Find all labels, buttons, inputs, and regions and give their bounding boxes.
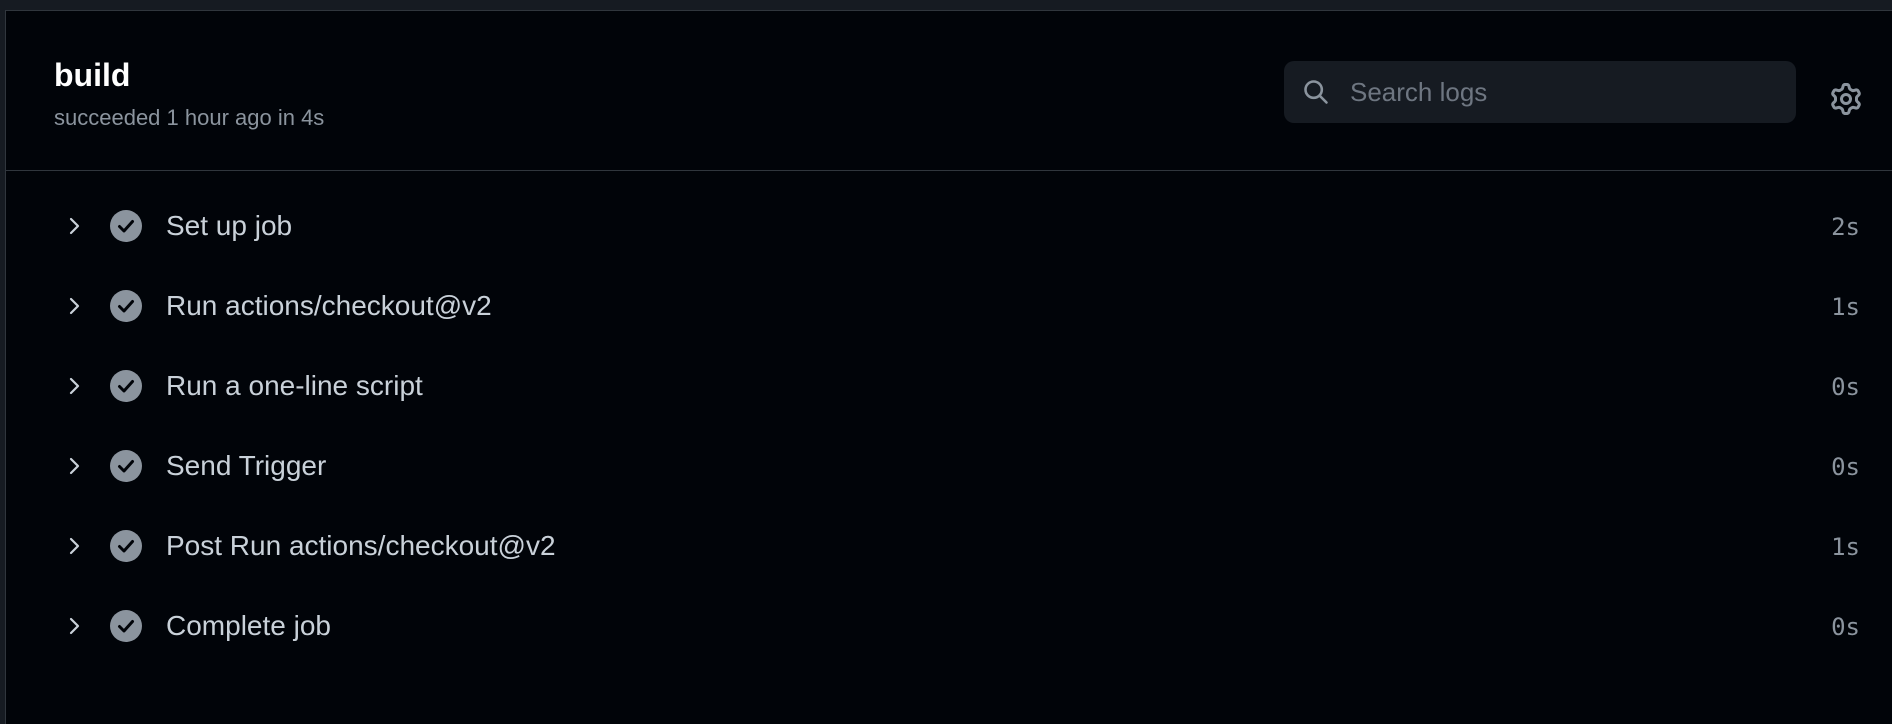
- step-label: Post Run actions/checkout@v2: [166, 530, 556, 561]
- step-duration: 0s: [1831, 373, 1860, 401]
- step-duration: 1s: [1831, 533, 1860, 561]
- search-logs-box[interactable]: [1284, 61, 1796, 123]
- chevron-right-icon[interactable]: [62, 614, 86, 638]
- gear-icon: [1831, 83, 1861, 115]
- job-log-panel: build succeeded 1 hour ago in 4s Set up …: [5, 10, 1892, 724]
- chevron-right-icon[interactable]: [62, 374, 86, 398]
- step-label: Run actions/checkout@v2: [166, 290, 492, 321]
- step-label: Complete job: [166, 610, 331, 641]
- step-row[interactable]: Post Run actions/checkout@v2 1s: [6, 506, 1892, 586]
- chevron-right-icon[interactable]: [62, 294, 86, 318]
- check-circle-icon: [110, 610, 142, 642]
- job-steps-list: Set up job 2s Run actions/checkout@v2 1s Run…: [6, 186, 1892, 666]
- step-duration: 0s: [1831, 453, 1860, 481]
- step-row[interactable]: Set up job 2s: [6, 186, 1892, 266]
- job-status-text: succeeded 1 hour ago in 4s: [54, 105, 325, 130]
- job-header: build succeeded 1 hour ago in 4s: [6, 11, 1892, 171]
- check-circle-icon: [110, 530, 142, 562]
- check-circle-icon: [110, 290, 142, 322]
- step-row[interactable]: Complete job 0s: [6, 586, 1892, 666]
- step-duration: 1s: [1831, 293, 1860, 321]
- check-circle-icon: [110, 370, 142, 402]
- job-title: build: [54, 57, 131, 93]
- step-label: Run a one-line script: [166, 370, 423, 401]
- step-label: Send Trigger: [166, 450, 327, 481]
- search-icon: [1304, 80, 1328, 104]
- chevron-right-icon[interactable]: [62, 214, 86, 238]
- search-logs-input[interactable]: [1350, 61, 1796, 123]
- step-duration: 2s: [1831, 213, 1860, 241]
- check-circle-icon: [110, 450, 142, 482]
- step-row[interactable]: Run a one-line script 0s: [6, 346, 1892, 426]
- step-row[interactable]: Run actions/checkout@v2 1s: [6, 266, 1892, 346]
- step-label: Set up job: [166, 210, 293, 241]
- settings-button[interactable]: [1826, 79, 1866, 119]
- check-circle-icon: [110, 210, 142, 242]
- chevron-right-icon[interactable]: [62, 534, 86, 558]
- step-row[interactable]: Send Trigger 0s: [6, 426, 1892, 506]
- chevron-right-icon[interactable]: [62, 454, 86, 478]
- step-duration: 0s: [1831, 613, 1860, 641]
